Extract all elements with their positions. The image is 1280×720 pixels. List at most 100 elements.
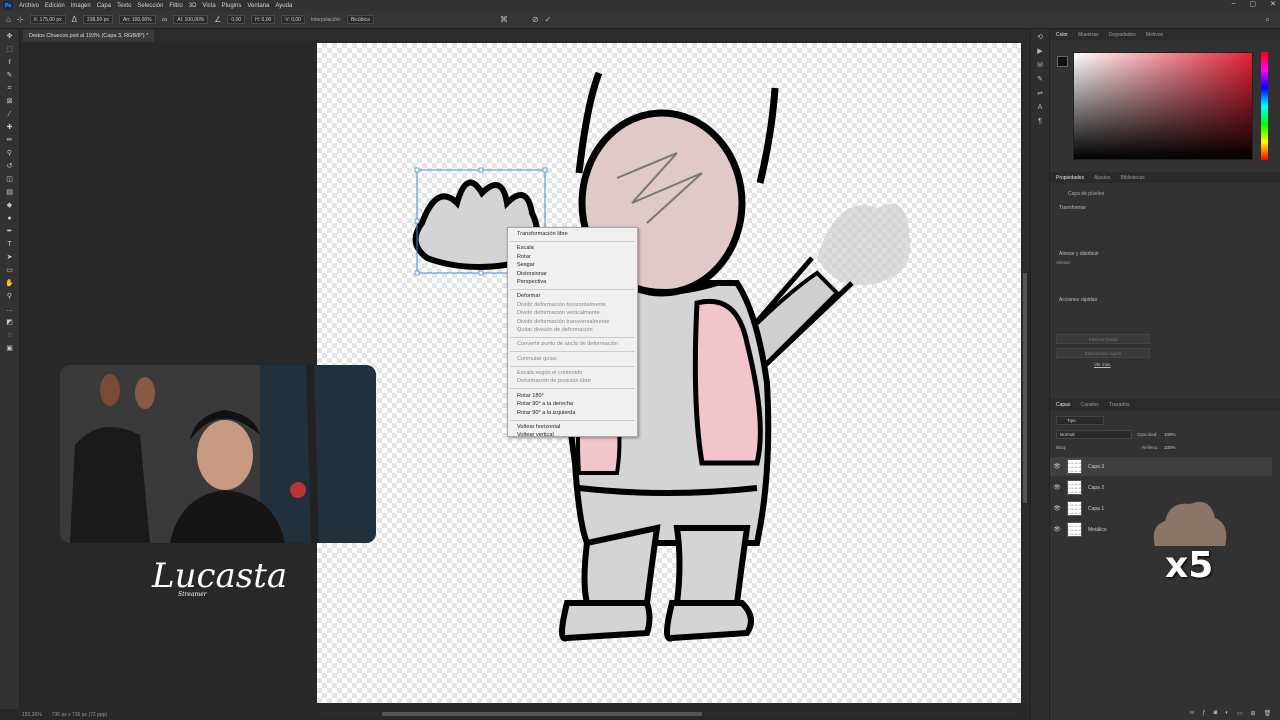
type-icon[interactable]: T [4, 240, 16, 250]
marquee-icon[interactable]: ⬚ [4, 45, 16, 55]
y-field[interactable]: 238,50 px [82, 15, 113, 24]
tab-ajustes[interactable]: Ajustes [1094, 175, 1110, 181]
search-icon[interactable]: ⌕ [1266, 15, 1270, 25]
foreground-color[interactable] [1057, 56, 1068, 67]
context-menu-item[interactable]: Rotar 90° a la derecha [508, 400, 637, 408]
eye-icon[interactable]: 👁 [1050, 505, 1064, 512]
hue-slider[interactable] [1261, 52, 1268, 160]
remove-background-button[interactable]: Eliminar fondo [1056, 334, 1150, 344]
menu-texto[interactable]: Texto [117, 3, 131, 9]
menu-plugins[interactable]: Plugins [222, 3, 242, 9]
layer-row[interactable]: 👁 Capa 2 [1050, 478, 1272, 497]
move-tool-icon[interactable]: ⊹ [17, 15, 24, 24]
zoom-readout[interactable]: 193,26% [22, 712, 42, 718]
layer-name[interactable]: Capa 1 [1088, 506, 1104, 512]
fx-icon[interactable]: ƒ [1202, 710, 1205, 717]
minimize-icon[interactable]: – [1232, 0, 1236, 8]
tab-color[interactable]: Color [1056, 32, 1068, 38]
vertical-scrollbar[interactable] [1022, 43, 1028, 703]
close-icon[interactable]: ✕ [1270, 0, 1276, 8]
color-swatches-icon[interactable]: ◩ [4, 318, 16, 328]
context-menu-item[interactable]: Escala [508, 244, 637, 252]
blend-mode-select[interactable]: Normal [1056, 430, 1132, 439]
brush-icon[interactable]: ✏ [4, 136, 16, 146]
commit-icon[interactable]: ✓ [545, 15, 552, 24]
layer-name[interactable]: Metálico [1088, 527, 1107, 533]
menu-archivo[interactable]: Archivo [19, 3, 39, 9]
blur-icon[interactable]: ◆ [4, 201, 16, 211]
tab-bibliotecas[interactable]: Bibliotecas [1120, 175, 1144, 181]
eraser-icon[interactable]: ◫ [4, 175, 16, 185]
opacity-value[interactable]: 100% [1164, 432, 1176, 437]
gradient-icon[interactable]: ▤ [4, 188, 16, 198]
comment-icon[interactable]: ✉ [1035, 61, 1045, 71]
context-menu-item[interactable]: Perspectiva [508, 278, 637, 286]
pen-icon[interactable]: ✒ [4, 227, 16, 237]
delete-layer-icon[interactable]: 🗑 [1264, 710, 1272, 717]
lasso-icon[interactable]: ℓ [4, 58, 16, 68]
adjustment-icon[interactable]: ◐ [1225, 710, 1229, 717]
tab-trazados[interactable]: Trazados [1109, 402, 1130, 408]
canvas[interactable] [317, 43, 1021, 703]
cancel-icon[interactable]: ⊘ [532, 15, 539, 24]
color-field[interactable] [1073, 52, 1253, 160]
home-icon[interactable]: ⌂ [6, 15, 11, 24]
eye-icon[interactable]: 👁 [1050, 484, 1064, 491]
scroll-thumb[interactable] [382, 712, 702, 716]
new-layer-icon[interactable]: ⊞ [1251, 710, 1256, 717]
context-menu-item[interactable]: Rotar 180° [508, 392, 637, 400]
tab-muestras[interactable]: Muestras [1078, 32, 1099, 38]
context-menu-item[interactable]: Distorsionar [508, 270, 637, 278]
menu-3d[interactable]: 3D [189, 3, 197, 9]
context-menu-item[interactable]: Voltear horizontal [508, 423, 637, 431]
v-skew-field[interactable]: V: 0,00 [281, 15, 305, 24]
menu-vista[interactable]: Vista [202, 3, 215, 9]
tab-degradados[interactable]: Degradados [1109, 32, 1136, 38]
paragraph-icon[interactable]: ¶ [1035, 117, 1045, 127]
healing-icon[interactable]: ✚ [4, 123, 16, 133]
h-skew-field[interactable]: H: 0,00 [251, 15, 276, 24]
quick-select-icon[interactable]: ✎ [4, 71, 16, 81]
group-icon[interactable]: ▭ [1237, 710, 1243, 717]
mask-icon[interactable]: ◙ [1214, 710, 1218, 717]
quick-actions-title[interactable]: Acciones rápidas [1050, 297, 1280, 303]
angle-field[interactable]: 0,00 [227, 15, 246, 24]
document-tab[interactable]: Dedos Chuecos.psd al 193% (Capa 3, RGB/8… [23, 30, 155, 42]
play-icon[interactable]: ▶ [1035, 47, 1045, 57]
context-menu-item[interactable]: Transformación libre [508, 230, 637, 238]
link-layers-icon[interactable]: ∞ [1190, 710, 1194, 717]
crop-icon[interactable]: ⌗ [4, 84, 16, 94]
context-menu-item[interactable]: Voltear vertical [508, 431, 637, 439]
scroll-thumb[interactable] [1023, 273, 1027, 503]
zoom-icon[interactable]: ⚲ [4, 292, 16, 302]
link-icon[interactable]: ∞ [162, 15, 168, 24]
character-icon[interactable]: A [1035, 103, 1045, 113]
warp-icon[interactable]: ⌘ [500, 15, 508, 24]
history-brush-icon[interactable]: ↺ [4, 162, 16, 172]
tab-motivos[interactable]: Motivos [1146, 32, 1163, 38]
eyedropper-icon[interactable]: ⁄ [4, 110, 16, 120]
menu-ayuda[interactable]: Ayuda [275, 3, 292, 9]
screen-mode-icon[interactable]: ▣ [4, 344, 16, 354]
brush-settings-icon[interactable]: ✎ [1035, 75, 1045, 85]
menu-edicion[interactable]: Edición [45, 3, 65, 9]
x-field[interactable]: X: 175,00 px [29, 15, 66, 24]
rectangle-icon[interactable]: ▭ [4, 266, 16, 276]
menu-ventana[interactable]: Ventana [247, 3, 269, 9]
hand-icon[interactable]: ✋ [4, 279, 16, 289]
eye-icon[interactable]: 👁 [1050, 526, 1064, 533]
quick-mask-icon[interactable]: ◌ [4, 331, 16, 341]
context-menu-item[interactable]: Deformar [508, 292, 637, 300]
adjust-icon[interactable]: ⇌ [1035, 89, 1045, 99]
menu-capa[interactable]: Capa [97, 3, 111, 9]
tab-canales[interactable]: Canales [1080, 402, 1098, 408]
menu-filtro[interactable]: Filtro [169, 3, 182, 9]
context-menu-item[interactable]: Rotar 90° a la izquierda [508, 409, 637, 417]
dodge-icon[interactable]: ● [4, 214, 16, 224]
interpolation-select[interactable]: Bicúbica [346, 15, 374, 24]
move-icon[interactable]: ✥ [4, 32, 16, 42]
select-subject-button[interactable]: Seleccionar sujeto [1056, 348, 1150, 358]
frame-icon[interactable]: ⊠ [4, 97, 16, 107]
layer-name[interactable]: Capa 2 [1088, 485, 1104, 491]
maximize-icon[interactable]: ▢ [1250, 0, 1257, 8]
